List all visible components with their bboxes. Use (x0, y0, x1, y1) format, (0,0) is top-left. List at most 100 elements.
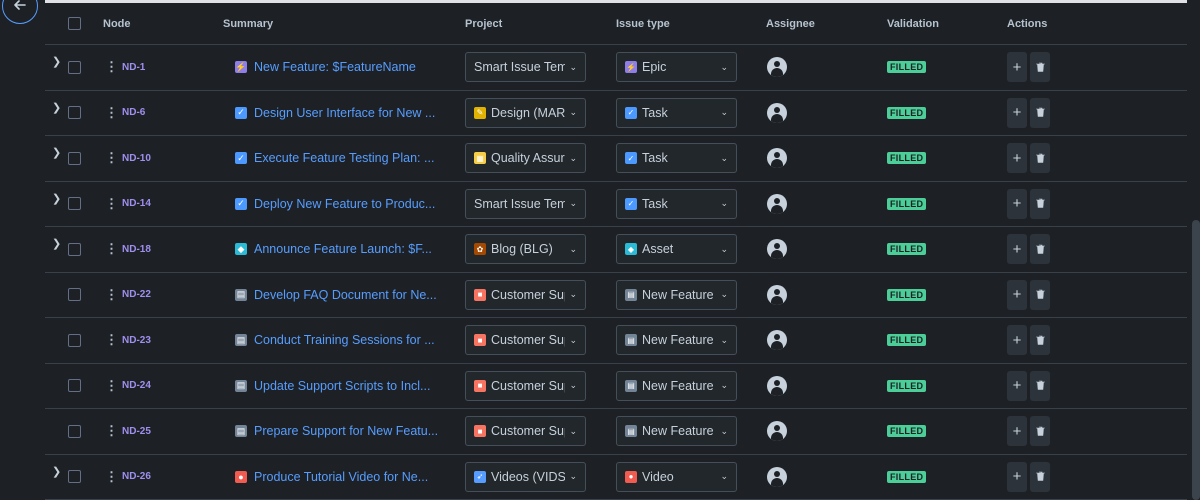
expand-chevron-icon[interactable]: ❯ (52, 55, 61, 68)
project-select[interactable]: ■ Customer Support ⌄ (465, 416, 586, 447)
drag-handle-icon[interactable]: ⋮ (105, 59, 118, 75)
issue-type-select[interactable]: ● Video ⌄ (616, 461, 737, 492)
drag-handle-icon[interactable]: ⋮ (105, 469, 118, 485)
delete-button[interactable] (1030, 52, 1050, 83)
drag-handle-icon[interactable]: ⋮ (105, 423, 118, 439)
expand-chevron-icon[interactable]: ❯ (52, 192, 61, 205)
summary-link[interactable]: ▤ Conduct Training Sessions for ... (235, 333, 435, 347)
assignee-avatar[interactable] (767, 148, 787, 169)
add-child-button[interactable]: + (1007, 370, 1027, 401)
project-select[interactable]: ✿ Blog (BLG) ⌄ (465, 234, 586, 265)
delete-button[interactable] (1030, 188, 1050, 219)
drag-handle-icon[interactable]: ⋮ (105, 287, 118, 303)
select-all-checkbox[interactable] (68, 17, 81, 30)
row-checkbox[interactable] (68, 242, 81, 256)
row-checkbox[interactable] (68, 424, 81, 438)
expand-chevron-icon[interactable]: ❯ (52, 146, 61, 159)
assignee-avatar[interactable] (767, 284, 787, 305)
expand-chevron-icon[interactable]: ❯ (52, 237, 61, 250)
new-feature-icon: ▤ (235, 288, 247, 301)
add-child-button[interactable]: + (1007, 416, 1027, 447)
add-child-button[interactable]: + (1007, 325, 1027, 356)
table-row: ❯ ⋮ ND-18 ◆ Announce Feature Launch: $F.… (45, 227, 1187, 273)
drag-handle-icon[interactable]: ⋮ (105, 378, 118, 394)
delete-button[interactable] (1030, 416, 1050, 447)
assignee-avatar[interactable] (767, 330, 787, 351)
summary-text: Announce Feature Launch: $F... (254, 242, 432, 257)
assignee-avatar[interactable] (767, 239, 787, 260)
summary-link[interactable]: ✓ Execute Feature Testing Plan: ... (235, 151, 434, 165)
issue-key: ND-1 (122, 61, 146, 73)
add-child-button[interactable]: + (1007, 188, 1027, 219)
row-checkbox[interactable] (68, 333, 81, 347)
issue-type-value: New Feature (642, 424, 714, 439)
delete-button[interactable] (1030, 461, 1050, 492)
summary-link[interactable]: ⚡ New Feature: $FeatureName (235, 60, 416, 74)
project-select[interactable]: ■ Customer Support ⌄ (465, 279, 586, 310)
project-select[interactable]: ■ Customer Support ⌄ (465, 325, 586, 356)
summary-link[interactable]: ▤ Prepare Support for New Featu... (235, 424, 438, 438)
issue-type-select[interactable]: ◆ Asset ⌄ (616, 234, 737, 265)
drag-handle-icon[interactable]: ⋮ (105, 241, 118, 257)
row-checkbox[interactable] (68, 151, 81, 165)
project-select[interactable]: ➶ Videos (VIDS) ⌄ (465, 461, 586, 492)
add-child-button[interactable]: + (1007, 143, 1027, 174)
drag-handle-icon[interactable]: ⋮ (105, 150, 118, 166)
row-checkbox[interactable] (68, 106, 81, 120)
summary-link[interactable]: ● Produce Tutorial Video for Ne... (235, 470, 428, 484)
issue-type-select[interactable]: ✓ Task ⌄ (616, 143, 737, 174)
add-child-button[interactable]: + (1007, 97, 1027, 128)
summary-link[interactable]: ▤ Develop FAQ Document for Ne... (235, 288, 437, 302)
issue-type-select[interactable]: ⚡ Epic ⌄ (616, 52, 737, 83)
add-child-button[interactable]: + (1007, 279, 1027, 310)
vertical-scrollbar[interactable] (1192, 220, 1200, 500)
delete-button[interactable] (1030, 143, 1050, 174)
project-select[interactable]: Smart Issue Templates ⌄ (465, 52, 586, 83)
row-checkbox[interactable] (68, 288, 81, 302)
drag-handle-icon[interactable]: ⋮ (105, 196, 118, 212)
project-value: Customer Support (491, 378, 565, 393)
delete-button[interactable] (1030, 97, 1050, 128)
delete-button[interactable] (1030, 234, 1050, 265)
row-checkbox[interactable] (68, 379, 81, 393)
expand-chevron-icon[interactable]: ❯ (52, 465, 61, 478)
issue-type-select[interactable]: ▤ New Feature ⌄ (616, 325, 737, 356)
project-select[interactable]: Smart Issue Templates ⌄ (465, 188, 586, 219)
add-child-button[interactable]: + (1007, 461, 1027, 492)
row-checkbox[interactable] (68, 470, 81, 484)
back-button[interactable] (2, 0, 38, 24)
plus-icon: + (1012, 331, 1022, 349)
assignee-avatar[interactable] (767, 193, 787, 214)
drag-handle-icon[interactable]: ⋮ (105, 105, 118, 121)
summary-link[interactable]: ◆ Announce Feature Launch: $F... (235, 242, 432, 256)
issue-type-select[interactable]: ▤ New Feature ⌄ (616, 416, 737, 447)
issue-type-select[interactable]: ▤ New Feature ⌄ (616, 279, 737, 310)
expand-chevron-icon[interactable]: ❯ (52, 101, 61, 114)
issue-type-select[interactable]: ✓ Task ⌄ (616, 97, 737, 128)
assignee-avatar[interactable] (767, 421, 787, 442)
assignee-avatar[interactable] (767, 57, 787, 78)
project-select[interactable]: ▦ Quality Assurance ⌄ (465, 143, 586, 174)
summary-link[interactable]: ✓ Design User Interface for New ... (235, 106, 435, 120)
assignee-avatar[interactable] (767, 466, 787, 487)
issue-type-select[interactable]: ▤ New Feature ⌄ (616, 370, 737, 401)
assignee-avatar[interactable] (767, 375, 787, 396)
trash-icon (1035, 151, 1045, 166)
chevron-down-icon: ⌄ (569, 107, 577, 118)
project-select[interactable]: ■ Customer Support ⌄ (465, 370, 586, 401)
add-child-button[interactable]: + (1007, 52, 1027, 83)
assignee-avatar[interactable] (767, 102, 787, 123)
summary-link[interactable]: ▤ Update Support Scripts to Incl... (235, 379, 430, 393)
add-child-button[interactable]: + (1007, 234, 1027, 265)
row-checkbox[interactable] (68, 197, 81, 211)
issue-type-select[interactable]: ✓ Task ⌄ (616, 188, 737, 219)
delete-button[interactable] (1030, 279, 1050, 310)
row-checkbox[interactable] (68, 60, 81, 74)
videos-icon: ➶ (474, 470, 486, 483)
project-select[interactable]: ✎ Design (MARK) ⌄ (465, 97, 586, 128)
drag-handle-icon[interactable]: ⋮ (105, 332, 118, 348)
delete-button[interactable] (1030, 370, 1050, 401)
delete-button[interactable] (1030, 325, 1050, 356)
summary-link[interactable]: ✓ Deploy New Feature to Produc... (235, 197, 435, 211)
table-row: ❯ ⋮ ND-6 ✓ Design User Interface for New… (45, 91, 1187, 136)
